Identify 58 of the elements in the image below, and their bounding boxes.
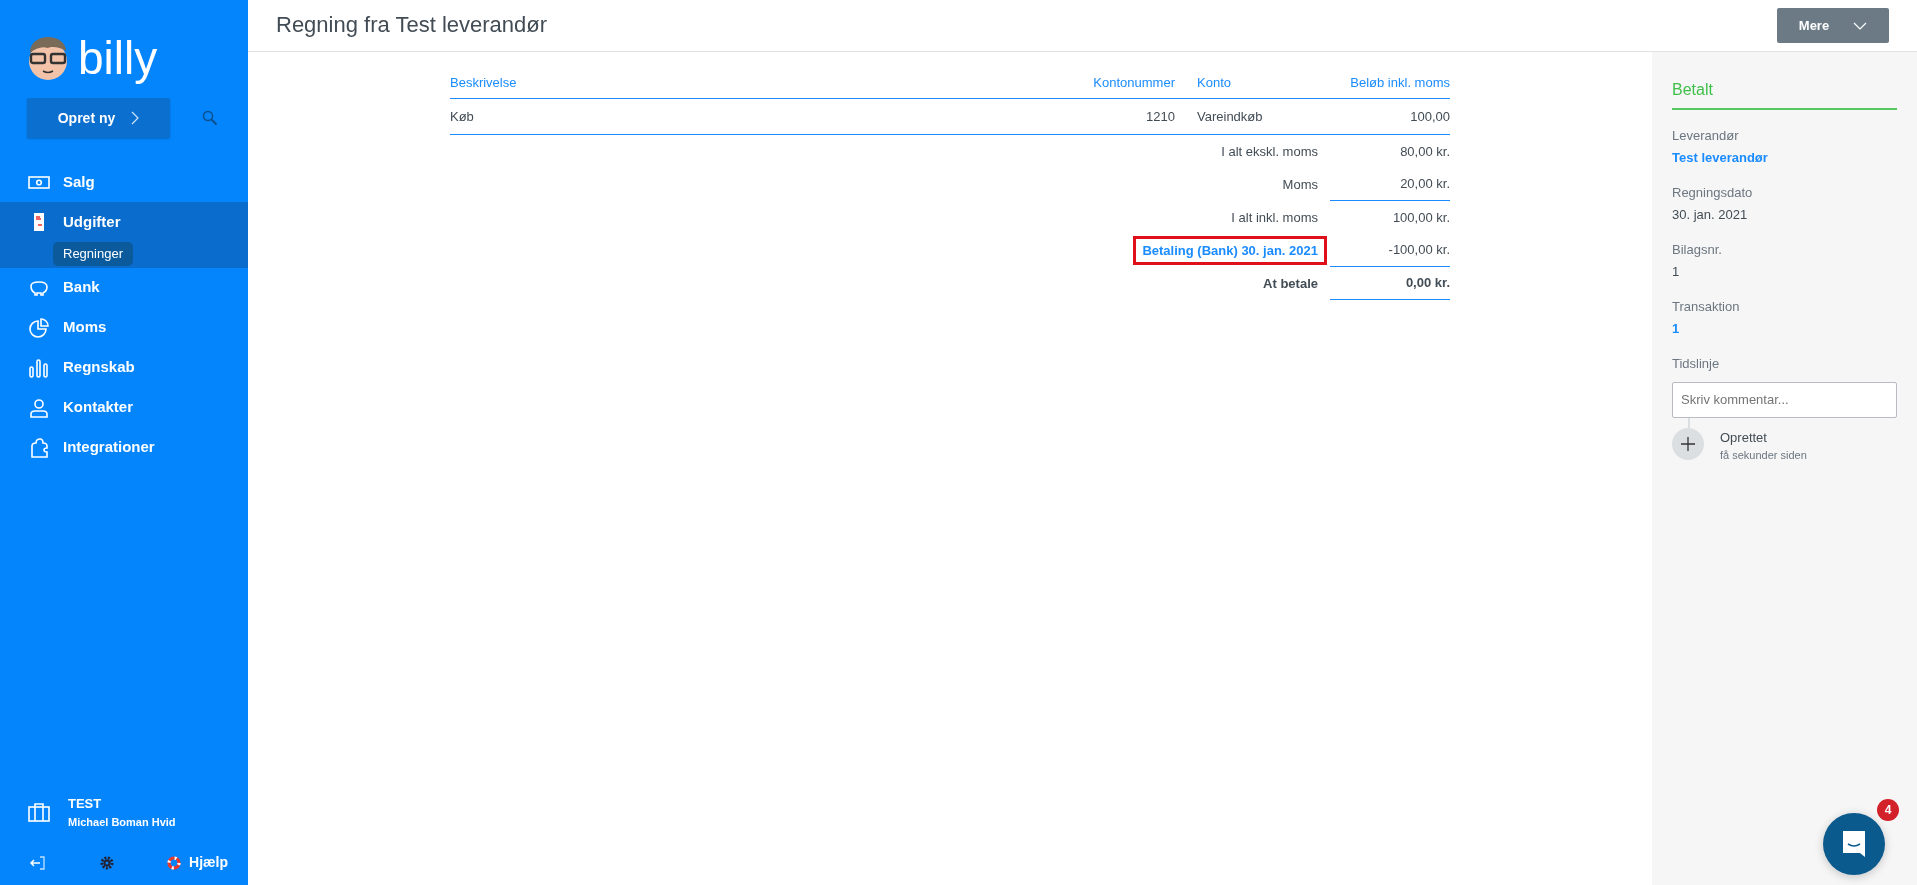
nav-item[interactable]: Integrationer — [0, 427, 248, 468]
field-label: Leverandør — [1672, 127, 1740, 145]
table-cell: 1210 — [1065, 98, 1175, 135]
total-label: I alt inkl. moms — [1231, 208, 1319, 227]
table-cell: 100,00 — [1325, 98, 1450, 135]
nav-item[interactable]: Kontakter — [0, 387, 248, 428]
total-value: 20,00 kr. — [1330, 168, 1450, 201]
nav-subitem[interactable]: Regninger — [53, 242, 133, 266]
user-name: Michael Boman Hvid — [68, 814, 176, 830]
event-title: Oprettet — [1720, 428, 1768, 447]
nav-item[interactable]: Udgifter — [0, 202, 248, 242]
payment-link[interactable]: Betaling (Bank) 30. jan. 2021 — [1136, 238, 1324, 263]
person-icon — [28, 396, 50, 419]
comment-field[interactable]: Skriv kommentar... — [1672, 381, 1897, 418]
column-header: Konto — [1175, 68, 1325, 99]
table-cell: Køb — [450, 98, 1065, 135]
field-label: Bilagsnr. — [1672, 241, 1723, 259]
help-link[interactable]: Hjælp — [167, 852, 228, 873]
status-label: Betalt — [1672, 78, 1897, 110]
total-value: 100,00 kr. — [1391, 208, 1450, 227]
chevron-icon — [131, 111, 140, 125]
total-value: 0,00 kr. — [1330, 267, 1450, 300]
bar-chart-icon — [28, 356, 50, 379]
page-title: Regning fra Test leverandør — [276, 12, 548, 39]
caret-icon — [1853, 21, 1868, 30]
chat-icon — [1841, 830, 1867, 858]
field-value: 1 — [1672, 262, 1681, 281]
lifebuoy-icon — [167, 855, 182, 870]
pie-chart-icon — [28, 316, 50, 339]
column-header: Beløb inkl. moms — [1325, 68, 1450, 99]
field-label: Transaktion — [1672, 298, 1741, 316]
company-name: TEST — [68, 795, 103, 813]
more-button[interactable]: Mere — [1777, 8, 1889, 43]
total-label: At betale — [1263, 274, 1319, 293]
table-cell: Vareindkøb — [1175, 98, 1325, 135]
create-new-button[interactable]: Opret ny — [27, 98, 170, 138]
field-label: Regningsdato — [1672, 184, 1754, 202]
briefcase-icon — [28, 802, 50, 822]
nav-item[interactable]: Salg — [0, 162, 248, 202]
column-header: Beskrivelse — [450, 68, 1065, 99]
nav-item[interactable]: Moms — [0, 307, 248, 348]
search-icon[interactable] — [202, 110, 218, 126]
nav-item[interactable]: Regnskab — [0, 347, 248, 388]
total-label: I alt ekskl. moms — [1221, 142, 1319, 161]
field-link[interactable]: 1 — [1672, 318, 1897, 338]
nav-item[interactable]: Bank — [0, 267, 248, 308]
event-time: få sekunder siden — [1720, 448, 1807, 463]
total-value: 80,00 kr. — [1399, 142, 1450, 161]
total-value: -100,00 kr. — [1330, 234, 1450, 267]
timeline-label: Tidslinje — [1672, 355, 1721, 373]
column-header: Kontonummer — [1065, 68, 1175, 99]
settings-icon[interactable] — [99, 855, 114, 870]
total-label: Moms — [1282, 175, 1319, 194]
puzzle-icon — [28, 436, 50, 459]
field-value: 30. jan. 2021 — [1672, 205, 1749, 224]
logout-icon[interactable] — [30, 854, 46, 871]
logo-drawing — [26, 35, 70, 81]
field-link[interactable]: Test leverandør — [1672, 147, 1897, 167]
